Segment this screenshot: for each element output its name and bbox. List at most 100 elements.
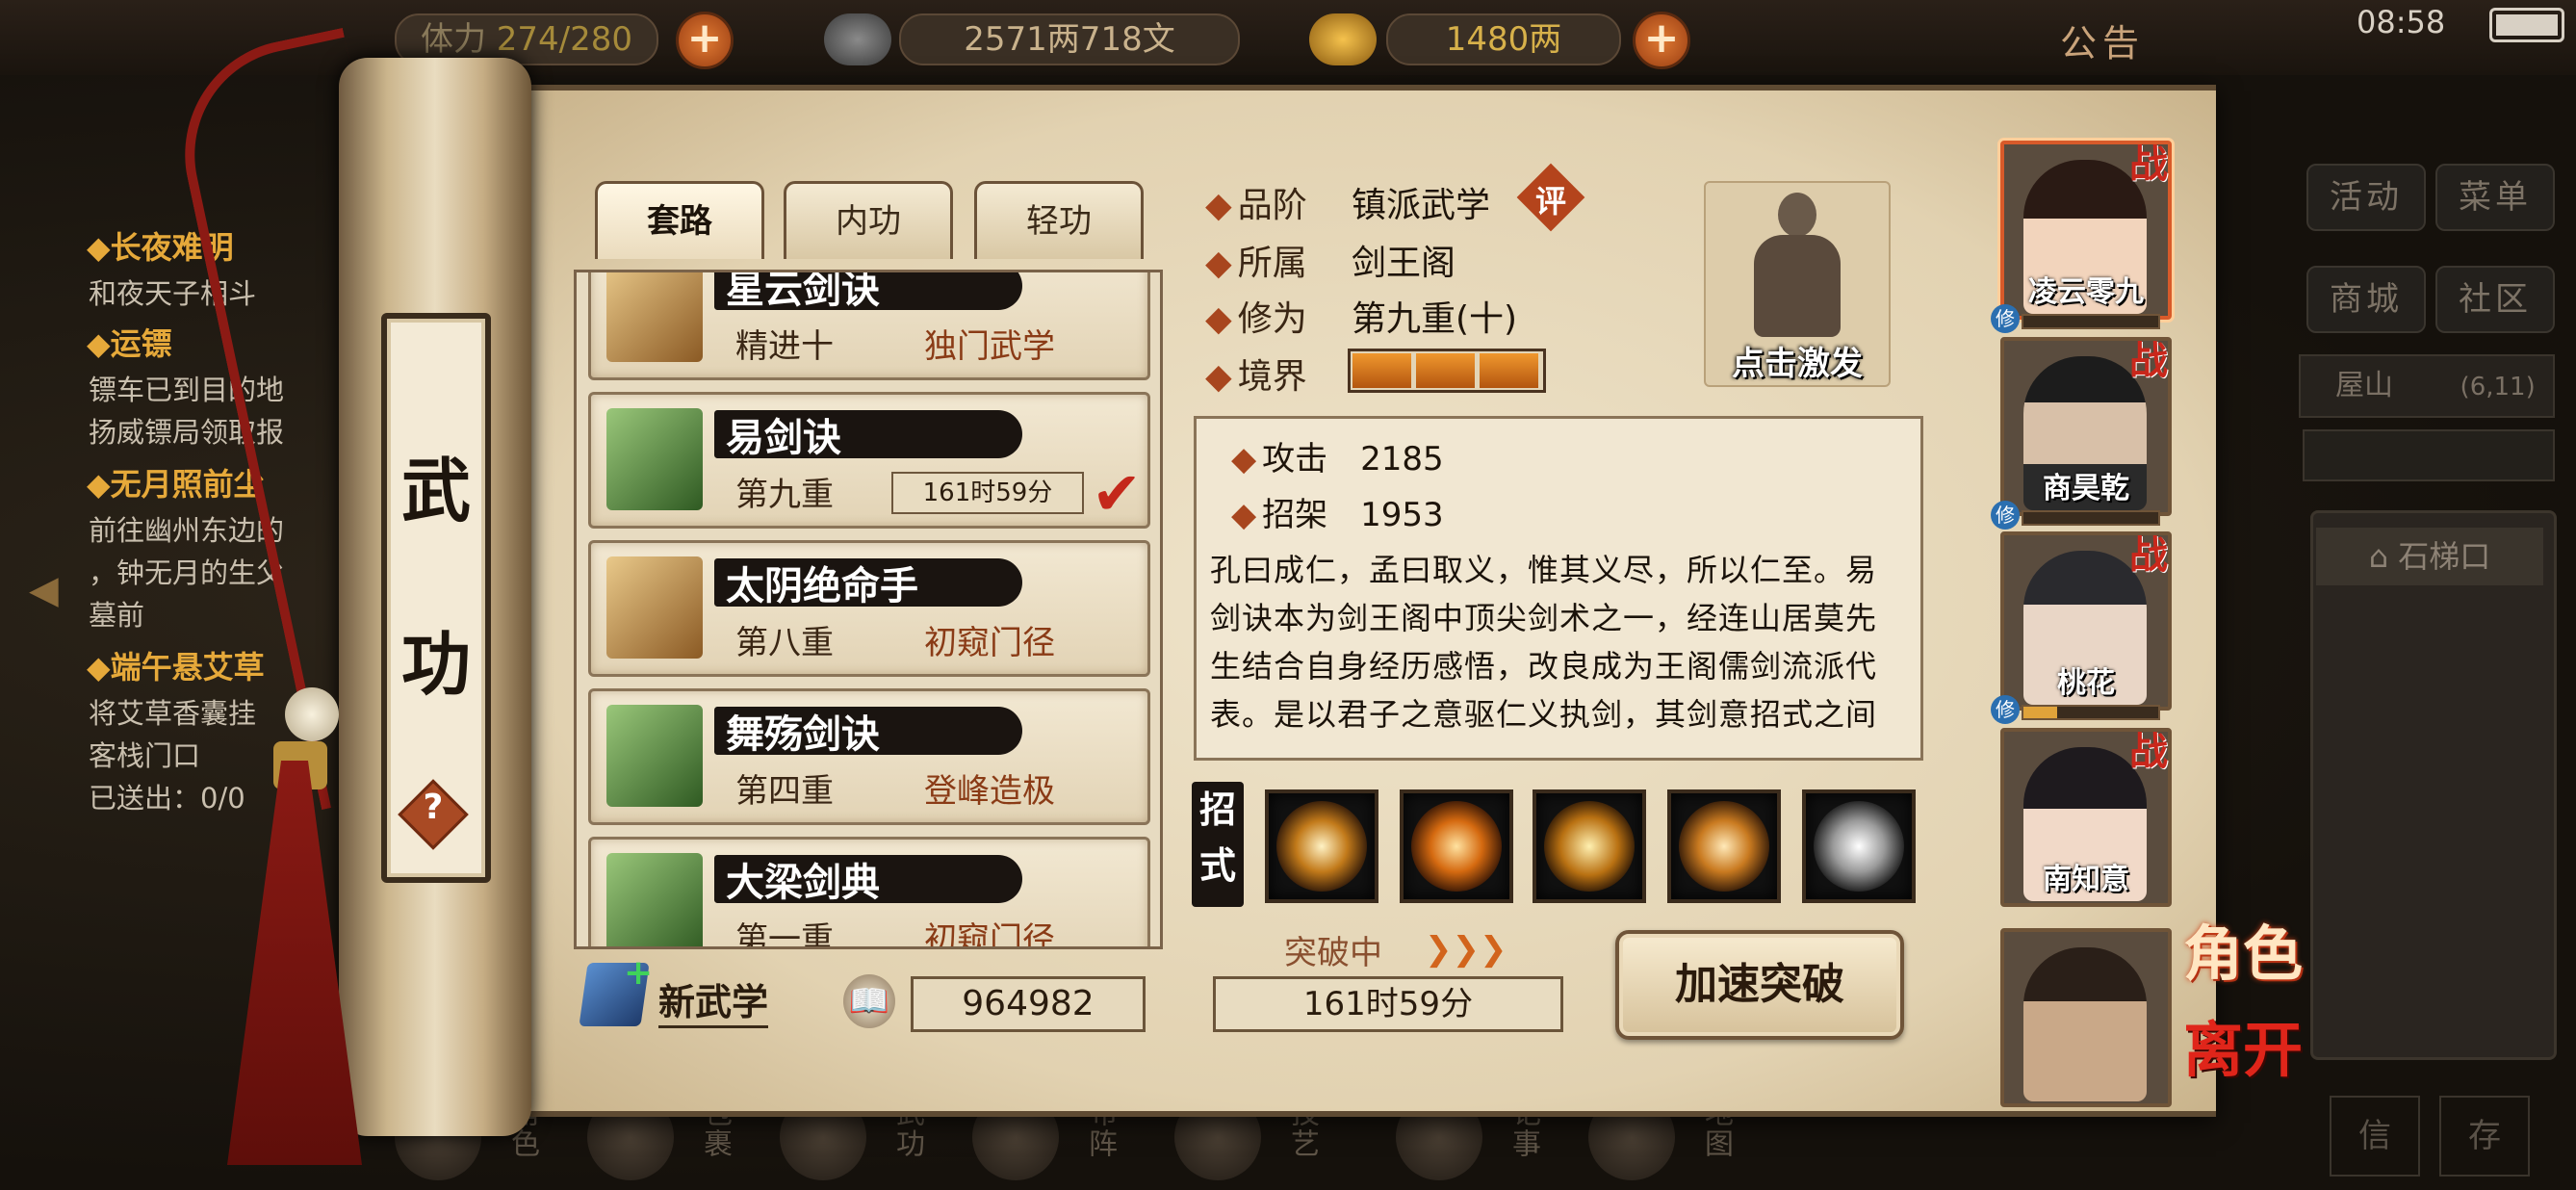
battle-badge: 战: [2129, 142, 2168, 187]
notice-button[interactable]: 公告: [2060, 13, 2145, 66]
area-panel: [2310, 510, 2557, 1060]
skill-name: 太阴绝命手: [726, 564, 918, 608]
leave-action[interactable]: 离开: [2183, 1001, 2303, 1088]
save-button[interactable]: 存: [2439, 1096, 2530, 1177]
scroll-points-icon: 📖: [843, 974, 895, 1028]
parry-label: 招架: [1231, 496, 1327, 534]
member-name: 商昊乾: [2043, 472, 2129, 505]
quest-text: 已送出：0/0: [89, 782, 245, 815]
skill-card[interactable]: 太阴绝命手第八重 初窥门径: [588, 540, 1150, 677]
team-member-card[interactable]: [2000, 928, 2172, 1107]
skill-card[interactable]: 星云剑诀精进十 独门武学: [588, 270, 1150, 380]
menu-button[interactable]: 菜单: [2435, 164, 2555, 231]
cultivation-badge: 修: [1991, 695, 2020, 724]
skill-card[interactable]: 易剑诀 第九重 161时59分 ✔: [588, 392, 1150, 529]
activity-button[interactable]: 活动: [2306, 164, 2426, 231]
quest-title[interactable]: ◆运镖: [87, 320, 172, 364]
attack-value: 2185: [1360, 440, 1444, 479]
skill-book-icon: [606, 556, 703, 659]
move-slot-2[interactable]: [1400, 789, 1513, 903]
move-slot-5[interactable]: [1802, 789, 1916, 903]
speedup-breakthrough-button[interactable]: 加速突破: [1615, 930, 1904, 1040]
skill-rank: 登峰造极: [924, 772, 1055, 811]
cultivation-bar: [2022, 314, 2160, 329]
quest-text: 前往幽州东边的: [89, 514, 285, 547]
title-char-wu: 武: [400, 450, 471, 531]
skill-level: 第四重: [735, 772, 834, 811]
activate-label[interactable]: 点击激发: [1715, 337, 1879, 384]
member-name: 凌云零九: [2028, 275, 2144, 309]
silver-ingot-icon: [824, 13, 891, 65]
skill-card[interactable]: 大梁剑典第一重 初窥门径: [588, 837, 1150, 949]
mail-button[interactable]: 信: [2330, 1096, 2420, 1177]
community-button[interactable]: 社区: [2435, 266, 2555, 333]
attack-stat: 攻击 2185: [1231, 432, 1444, 479]
new-skill-button[interactable]: 新武学: [658, 972, 769, 1028]
checkmark-icon: ✔: [1092, 458, 1142, 529]
skill-name: 星云剑诀: [726, 270, 880, 312]
quest-title[interactable]: ◆端午悬艾草: [87, 643, 265, 687]
help-question-mark: ?: [423, 788, 444, 827]
tab-neigong[interactable]: 内功: [784, 181, 953, 259]
skill-description-box: 攻击 2185 招架 1953 孔曰成仁，孟曰取义，惟其义尽，所以仁至。易剑诀本为剑…: [1194, 416, 1923, 761]
quest-text: ，钟无月的生父: [89, 556, 285, 589]
attack-label: 攻击: [1231, 440, 1327, 479]
status-clock: 08:58: [2357, 4, 2446, 40]
minimap-strip[interactable]: [2303, 429, 2555, 481]
skill-rank: 初窥门径: [924, 624, 1055, 662]
cultivation-label: 修为: [1205, 291, 1307, 341]
collapse-arrow-icon[interactable]: ◀: [29, 568, 59, 612]
skill-book-icon: [606, 272, 703, 362]
realm-segment: [1480, 353, 1538, 388]
tab-qinggong[interactable]: 轻功: [974, 181, 1144, 259]
location-coords: (6,11): [2460, 373, 2536, 401]
skill-name: 大梁剑典: [726, 861, 880, 905]
home-icon: ⌂: [2368, 538, 2399, 575]
breakthrough-timer: 161时59分: [1213, 976, 1563, 1032]
skill-points-value: 964982: [911, 976, 1146, 1032]
skill-level: 精进十: [735, 327, 834, 366]
shop-button[interactable]: 商城: [2306, 266, 2426, 333]
member-name: 南知意: [2043, 863, 2129, 896]
place-button[interactable]: ⌂ 石梯口: [2316, 528, 2543, 585]
progress-arrow-icon: ❯❯❯: [1425, 930, 1507, 969]
skill-card[interactable]: 舞殇剑诀 第四重 登峰造极: [588, 688, 1150, 825]
parry-stat: 招架 1953: [1231, 488, 1444, 535]
skill-list[interactable]: 星云剑诀 精进十 独门武学 易剑诀 第九重 161时59分 ✔ 太阴绝命手 第八重 初窥门径 舞殇剑…: [574, 270, 1163, 949]
tassel-bead: [285, 687, 339, 741]
meditating-figure-icon: [1744, 193, 1850, 337]
moves-text: 招式: [1198, 789, 1236, 887]
cultivation-badge: 修: [1991, 304, 2020, 333]
silver-amount: 2571两718文: [899, 13, 1240, 65]
cultivation-bar-fill: [2023, 707, 2057, 718]
skill-rank: 独门武学: [924, 327, 1055, 366]
move-slot-4[interactable]: [1667, 789, 1781, 903]
tab-taolu[interactable]: 套路: [595, 181, 764, 259]
add-gold-button[interactable]: +: [1633, 12, 1690, 69]
battle-badge: 战: [2129, 533, 2168, 578]
skill-description[interactable]: 孔曰成仁，孟曰取义，惟其义尽，所以仁至。易剑诀本为剑王阁中顶尖剑术之一，经连山居…: [1210, 546, 1903, 746]
quest-text: 墓前: [89, 599, 145, 632]
add-stamina-button[interactable]: +: [676, 12, 734, 69]
grade-label: 品阶: [1205, 177, 1307, 227]
location-name: 屋山: [2335, 369, 2393, 402]
cultivation-bar: [2022, 705, 2160, 720]
skill-book-icon: [606, 408, 703, 510]
place-name: 石梯口: [2398, 538, 2491, 575]
skill-level: 第八重: [735, 624, 834, 662]
realm-label: 境界: [1205, 349, 1307, 399]
move-slot-1[interactable]: [1265, 789, 1378, 903]
character-action[interactable]: 角色: [2183, 905, 2303, 992]
skill-book-icon: [606, 853, 703, 946]
moves-label: 招式: [1192, 782, 1244, 907]
battle-badge: 战: [2129, 730, 2168, 774]
move-slot-3[interactable]: [1533, 789, 1646, 903]
skill-rank: 初窥门径: [924, 920, 1055, 949]
member-name: 桃花: [2057, 666, 2115, 700]
title-char-gong: 功: [400, 623, 471, 705]
gold-ingot-icon: [1309, 13, 1377, 65]
quest-title[interactable]: ◆无月照前尘: [87, 460, 265, 504]
quest-text: 客栈门口: [89, 739, 201, 772]
cultivation-value: 第九重(十): [1352, 299, 1518, 339]
skill-level: 第一重: [735, 920, 834, 949]
